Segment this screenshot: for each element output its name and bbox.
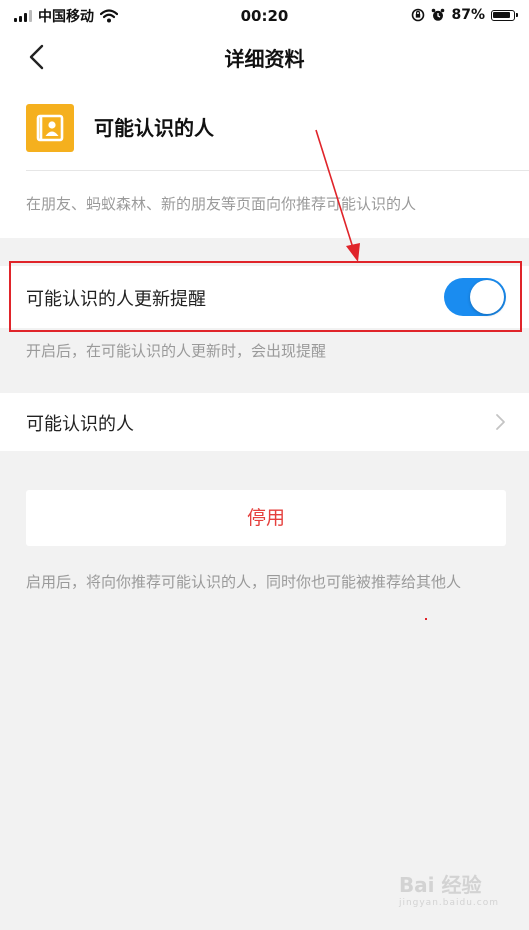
- nav-bar: 详细资料: [0, 32, 529, 82]
- feature-name: 可能认识的人: [94, 116, 214, 140]
- feature-description: 在朋友、蚂蚁森林、新的朋友等页面向你推荐可能认识的人: [26, 195, 417, 213]
- page-title: 详细资料: [224, 47, 305, 71]
- people-row-label: 可能认识的人: [26, 414, 134, 435]
- watermark-url: jingyan.baidu.com: [398, 898, 499, 908]
- watermark-brand: Bai 经验: [398, 873, 482, 897]
- divider: [26, 170, 529, 171]
- battery-level: [493, 11, 510, 18]
- alarm-icon: [432, 8, 445, 21]
- battery-percent: 87%: [451, 7, 485, 23]
- chevron-right-icon: [496, 414, 505, 430]
- toggle-knob: [470, 280, 504, 314]
- note-text: 启用后，将向你推荐可能认识的人，同时你也可能被推荐给其他人: [26, 573, 462, 591]
- watermark: Bai 经验 jingyan.baidu.com: [399, 869, 499, 908]
- rotation-lock-icon: [412, 8, 425, 22]
- update-reminder-hint: 开启后，在可能认识的人更新时，会出现提醒: [26, 342, 327, 360]
- update-reminder-label: 可能认识的人更新提醒: [26, 289, 206, 310]
- update-reminder-row: 可能认识的人更新提醒: [0, 266, 529, 328]
- stop-button[interactable]: 停用: [26, 490, 506, 546]
- contacts-icon: [26, 104, 74, 152]
- stray-dot: [425, 618, 427, 620]
- people-row[interactable]: 可能认识的人: [0, 393, 529, 451]
- update-reminder-toggle[interactable]: [444, 278, 506, 316]
- status-right: 87%: [411, 7, 518, 23]
- status-bar: 中国移动 00:20 87%: [0, 0, 529, 32]
- battery-icon: [491, 9, 518, 21]
